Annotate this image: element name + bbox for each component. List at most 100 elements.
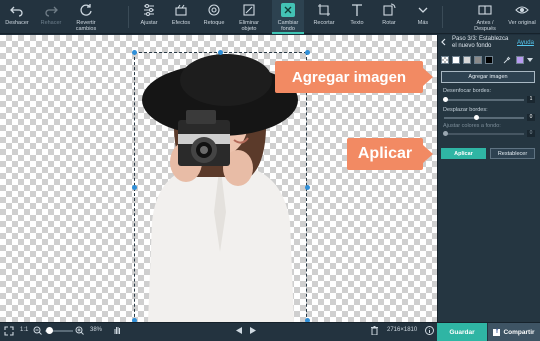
shift-edges-value[interactable]: 0 [527,114,535,121]
apply-button-label: Aplicar [454,150,473,157]
custom-color-swatch[interactable] [516,56,524,64]
reset-button[interactable]: Restablecer [490,148,535,159]
rotate-label: Rotar [382,20,396,26]
actual-size-button[interactable]: 1:1 [20,327,28,333]
facebook-icon: f [493,328,501,336]
crop-label: Recortar [313,20,335,26]
change-background-button[interactable]: Cambiar fondo [272,0,304,34]
redo-button[interactable]: Rehacer [38,0,64,34]
add-image-button[interactable]: Agregar imagen [441,71,535,83]
redo-label: Rehacer [40,20,62,26]
blur-edges-label: Desenfocar bordes: [443,88,491,94]
transparent-swatch[interactable] [441,56,449,64]
sliders-icon [144,4,154,16]
crop-button[interactable]: Recortar [310,0,338,34]
reset-button-label: Restablecer [497,150,528,157]
erase-label: Eliminar objeto [239,20,259,32]
color-swatch-white[interactable] [452,56,460,64]
apply-callout-text: Aplicar [357,145,413,162]
callout-arrow [423,145,433,163]
resize-handle[interactable] [218,50,223,55]
before-after-button[interactable]: Antes / Después [468,0,502,34]
blur-edges-value[interactable]: 1 [527,96,535,103]
info-icon[interactable] [425,326,434,335]
callout-arrow [423,68,433,86]
zoom-slider-knob[interactable] [46,327,53,334]
resize-handle[interactable] [132,185,137,190]
undo-label: Deshacer [5,20,29,26]
retouch-label: Retoque [203,20,225,26]
effects-button[interactable]: Efectos [168,0,194,34]
text-icon [352,4,362,16]
step-title: Paso 3/3: Establezca el nuevo fondo [452,36,509,49]
view-original-label: Ver original [508,20,536,26]
zoom-out-icon[interactable] [33,326,42,335]
text-button[interactable]: Texto [344,0,370,34]
blur-edges-slider[interactable] [444,99,524,101]
color-swatch-gray[interactable] [474,56,482,64]
apply-button[interactable]: Aplicar [441,148,486,159]
add-image-button-label: Agregar imagen [468,74,508,80]
add-image-callout-text: Agregar imagen [291,68,407,86]
refresh-icon [80,4,92,16]
more-button[interactable]: Más [412,0,434,34]
erase-object-button[interactable]: Eliminar objeto [234,0,264,34]
change-background-icon [281,3,295,17]
toolbar-divider [128,6,129,28]
effects-icon [175,4,187,16]
erase-icon [243,4,255,16]
back-arrow-icon[interactable] [440,38,448,46]
retouch-icon [208,4,220,16]
adjust-button[interactable]: Ajustar [136,0,162,34]
share-button[interactable]: f Compartir [488,323,540,341]
chevron-down-icon [418,7,428,13]
apply-callout: Aplicar [347,138,433,170]
eyedropper-icon[interactable] [503,56,511,64]
rotate-icon [383,3,396,16]
blur-edges-knob[interactable] [443,97,448,102]
add-image-callout: Agregar imagen [275,61,433,93]
color-swatch-black[interactable] [485,56,493,64]
eye-icon [515,6,529,14]
compare-icon [478,5,492,15]
share-button-label: Compartir [503,328,535,336]
save-button[interactable]: Guardar [437,323,487,341]
zoom-in-icon[interactable] [75,326,84,335]
undo-icon [10,6,23,17]
toolbar-divider [442,6,443,28]
text-label: Texto [350,20,364,26]
shift-edges-slider[interactable] [444,117,524,119]
adjust-colors-value[interactable]: 0 [527,130,535,137]
crop-icon [318,4,330,16]
previous-icon[interactable] [236,327,242,334]
shift-edges-knob[interactable] [474,115,479,120]
help-link[interactable]: Ayuda [517,40,534,46]
toolbar: Deshacer Rehacer Revertir cambios Ajusta… [0,0,540,34]
effects-label: Efectos [171,20,191,26]
redo-icon [45,6,58,17]
revert-button[interactable]: Revertir cambios [72,0,100,34]
hand-icon[interactable] [113,325,122,335]
chevron-down-icon[interactable] [527,58,533,63]
retouch-button[interactable]: Retoque [200,0,228,34]
next-icon[interactable] [250,327,256,334]
resize-handle[interactable] [305,185,310,190]
adjust-colors-slider[interactable] [444,133,524,135]
revert-label: Revertir cambios [75,20,97,32]
resize-handle[interactable] [132,50,137,55]
color-swatch-lightgray[interactable] [463,56,471,64]
trash-icon[interactable] [371,326,378,335]
adjust-label: Ajustar [140,20,158,26]
adjust-colors-knob[interactable] [443,131,448,136]
adjust-colors-label: Ajustar colores a fondo: [443,123,501,129]
resize-handle[interactable] [305,50,310,55]
view-original-button[interactable]: Ver original [508,0,536,34]
fit-screen-icon[interactable] [4,326,14,336]
rotate-button[interactable]: Rotar [376,0,402,34]
undo-button[interactable]: Deshacer [4,0,30,34]
shift-edges-label: Desplazar bordes: [443,107,488,113]
change-background-label: Cambiar fondo [277,20,299,32]
more-label: Más [417,20,429,26]
save-button-label: Guardar [449,328,475,336]
zoom-level: 38% [90,327,103,333]
